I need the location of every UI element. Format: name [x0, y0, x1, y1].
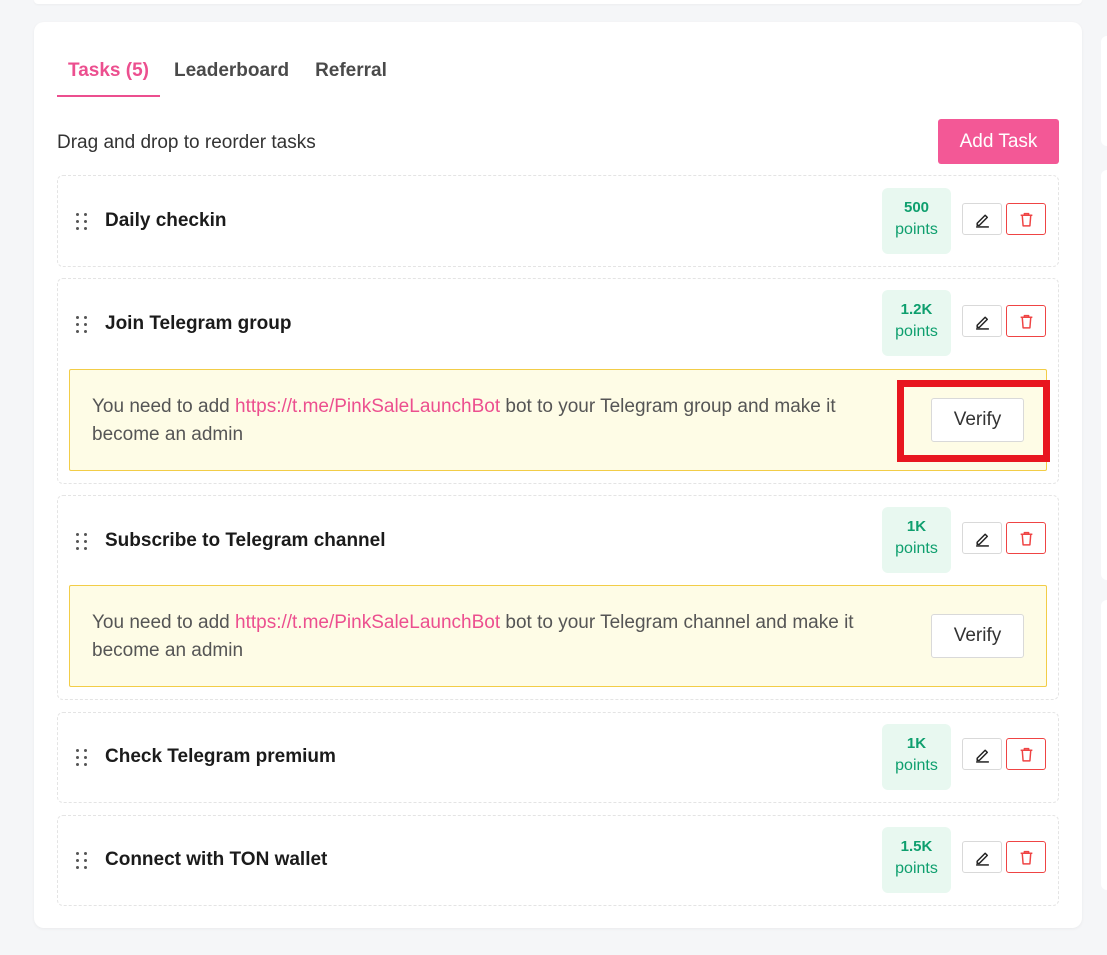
pencil-icon — [975, 533, 989, 547]
tab-referral[interactable]: Referral — [301, 60, 399, 97]
task-item[interactable]: Check Telegram premium 1K points — [57, 712, 1059, 803]
edit-task-button[interactable] — [962, 841, 1002, 873]
previous-card-edge — [34, 0, 1082, 4]
task-title: Subscribe to Telegram channel — [105, 530, 386, 551]
reorder-hint: Drag and drop to reorder tasks — [57, 132, 316, 153]
pencil-icon — [975, 852, 989, 866]
points-amount: 1K — [906, 518, 927, 535]
points-badge: 1.2K points — [882, 290, 951, 356]
points-label: points — [895, 323, 938, 340]
points-amount: 1K — [906, 735, 927, 752]
trash-icon — [1020, 747, 1032, 762]
task-title: Connect with TON wallet — [105, 849, 328, 870]
trash-icon — [1020, 212, 1032, 227]
notice-text: You need to add https://t.me/PinkSaleLau… — [92, 609, 892, 665]
notice-text: You need to add https://t.me/PinkSaleLau… — [92, 393, 892, 449]
points-amount: 1.2K — [900, 301, 933, 318]
points-amount: 500 — [903, 199, 930, 216]
points-badge: 1K points — [882, 724, 951, 790]
bot-link[interactable]: https://t.me/PinkSaleLaunchBot — [235, 396, 500, 417]
points-badge: 500 points — [882, 188, 951, 254]
add-task-button[interactable]: Add Task — [938, 119, 1059, 164]
tab-tasks[interactable]: Tasks (5) — [57, 60, 160, 97]
pencil-icon — [975, 214, 989, 228]
drag-handle-icon[interactable] — [76, 533, 88, 551]
verify-button[interactable]: Verify — [931, 398, 1024, 442]
side-card-edge — [1101, 170, 1107, 580]
tab-leaderboard[interactable]: Leaderboard — [160, 60, 301, 97]
delete-task-button[interactable] — [1006, 522, 1046, 554]
task-title: Join Telegram group — [105, 313, 292, 334]
bot-admin-notice: You need to add https://t.me/PinkSaleLau… — [69, 585, 1047, 687]
notice-prefix: You need to add — [92, 396, 235, 417]
points-label: points — [895, 757, 938, 774]
delete-task-button[interactable] — [1006, 305, 1046, 337]
points-label: points — [895, 540, 938, 557]
drag-handle-icon[interactable] — [76, 852, 88, 870]
pencil-icon — [975, 749, 989, 763]
points-badge: 1.5K points — [882, 827, 951, 893]
notice-prefix: You need to add — [92, 612, 235, 633]
tab-bar: Tasks (5) Leaderboard Referral — [57, 60, 399, 98]
delete-task-button[interactable] — [1006, 841, 1046, 873]
task-title: Daily checkin — [105, 210, 227, 231]
task-item[interactable]: Daily checkin 500 points — [57, 175, 1059, 267]
edit-task-button[interactable] — [962, 522, 1002, 554]
pencil-icon — [975, 316, 989, 330]
verify-button[interactable]: Verify — [931, 614, 1024, 658]
drag-handle-icon[interactable] — [76, 749, 88, 767]
bot-admin-notice: You need to add https://t.me/PinkSaleLau… — [69, 369, 1047, 471]
drag-handle-icon[interactable] — [76, 213, 88, 231]
trash-icon — [1020, 850, 1032, 865]
side-card-edge — [1101, 600, 1107, 890]
task-title: Check Telegram premium — [105, 746, 336, 767]
task-item[interactable]: Subscribe to Telegram channel 1K points … — [57, 495, 1059, 700]
drag-handle-icon[interactable] — [76, 316, 88, 334]
side-card-edge — [1101, 36, 1107, 146]
points-label: points — [895, 221, 938, 238]
edit-task-button[interactable] — [962, 305, 1002, 337]
points-label: points — [895, 860, 938, 877]
points-badge: 1K points — [882, 507, 951, 573]
delete-task-button[interactable] — [1006, 738, 1046, 770]
task-item[interactable]: Connect with TON wallet 1.5K points — [57, 815, 1059, 906]
trash-icon — [1020, 531, 1032, 546]
task-item[interactable]: Join Telegram group 1.2K points You need… — [57, 278, 1059, 484]
edit-task-button[interactable] — [962, 203, 1002, 235]
edit-task-button[interactable] — [962, 738, 1002, 770]
bot-link[interactable]: https://t.me/PinkSaleLaunchBot — [235, 612, 500, 633]
delete-task-button[interactable] — [1006, 203, 1046, 235]
points-amount: 1.5K — [900, 838, 933, 855]
trash-icon — [1020, 314, 1032, 329]
tasks-panel: Tasks (5) Leaderboard Referral Drag and … — [34, 22, 1082, 928]
